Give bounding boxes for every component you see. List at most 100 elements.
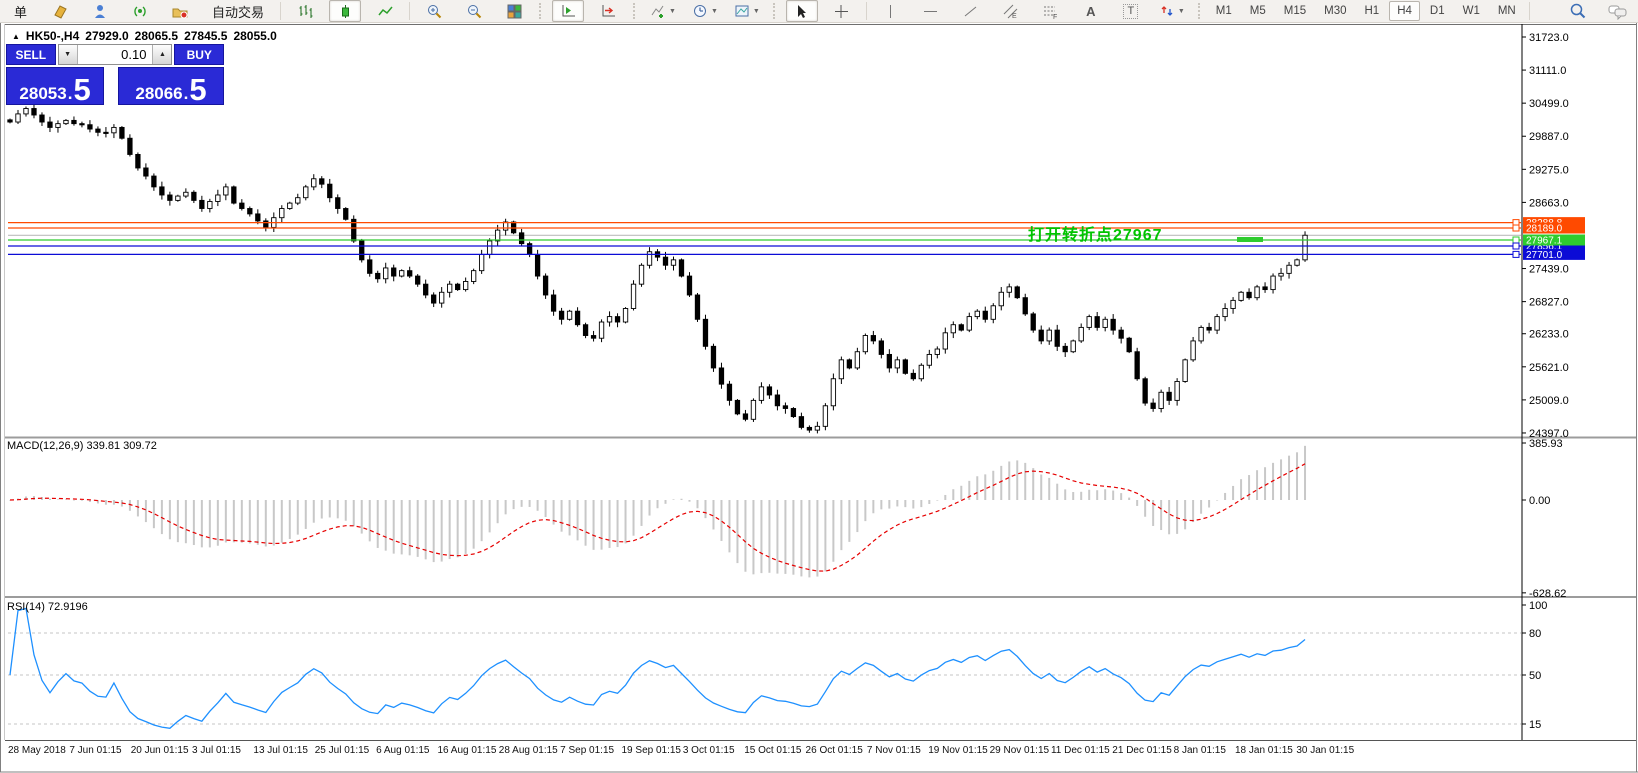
price-badges: 28288.828189.027856.127967.127701.0: [1523, 217, 1585, 261]
time-axis[interactable]: 28 May 20187 Jun 01:1520 Jun 01:153 Jul …: [8, 745, 1355, 756]
fibonacci-button[interactable]: F: [1035, 0, 1067, 22]
line-chart-button[interactable]: [369, 0, 401, 22]
zoom-in-button[interactable]: [418, 0, 450, 22]
text-label-button[interactable]: T: [1115, 0, 1147, 22]
book-icon: [52, 3, 69, 20]
horizontal-lines-layer[interactable]: [8, 220, 1521, 258]
text-a-icon: A: [1086, 4, 1095, 19]
chart-annotation-text[interactable]: 打开转折点27967: [1028, 221, 1163, 245]
bar-chart-button[interactable]: [289, 0, 321, 22]
svg-text:29275.0: 29275.0: [1529, 164, 1569, 176]
text-button[interactable]: A: [1075, 0, 1107, 22]
rsi-panel: 100805015: [8, 600, 1547, 731]
line-handle[interactable]: [1513, 237, 1519, 243]
chart-canvas[interactable]: 31723.031111.030499.029887.029275.028663…: [0, 0, 1638, 773]
svg-text:16 Aug 01:15: 16 Aug 01:15: [437, 745, 496, 756]
folder-icon: [171, 3, 189, 20]
candlestick-icon: [337, 3, 354, 20]
svg-text:80: 80: [1529, 628, 1541, 640]
timeframe-d1[interactable]: D1: [1422, 1, 1453, 21]
new-order-button[interactable]: 单: [4, 0, 36, 22]
volume-increase-button[interactable]: ▲: [152, 45, 171, 64]
line-handle[interactable]: [1513, 243, 1519, 249]
search-button[interactable]: [1562, 0, 1594, 22]
macd-panel: 385.930.00-628.62: [9, 438, 1566, 600]
cursor-arrow-icon: [793, 3, 810, 20]
zoom-out-button[interactable]: [458, 0, 490, 22]
sell-price[interactable]: 28053.5: [6, 67, 104, 105]
sell-button[interactable]: SELL: [6, 44, 56, 65]
buy-price[interactable]: 28066.5: [118, 67, 224, 105]
svg-text:20 Jun 01:15: 20 Jun 01:15: [131, 745, 189, 756]
chat-button[interactable]: [1602, 0, 1634, 22]
toolbar-grip: [633, 3, 637, 19]
svg-text:21 Dec 01:15: 21 Dec 01:15: [1112, 745, 1172, 756]
toolbar-grip: [773, 3, 777, 19]
autotrade-button[interactable]: 自动交易: [204, 0, 272, 22]
channel-button[interactable]: E: [995, 0, 1027, 22]
template-icon: [734, 3, 751, 20]
toolbar-separator: [1529, 2, 1530, 20]
sell-price-main: 28053: [19, 85, 66, 102]
journal-icon[interactable]: [44, 0, 76, 22]
dropdown-caret-icon: ▼: [669, 8, 676, 15]
person-icon: [92, 3, 109, 20]
account-button[interactable]: [84, 0, 116, 22]
sell-price-dot: .: [68, 85, 73, 102]
timeframe-m5[interactable]: M5: [1242, 1, 1274, 21]
autoscroll-icon: [560, 3, 577, 20]
candlestick-chart-button[interactable]: [329, 0, 361, 22]
new-order-label: 单: [14, 2, 27, 21]
periods-button[interactable]: ▼: [688, 0, 722, 22]
svg-text:-628.62: -628.62: [1529, 588, 1566, 600]
svg-text:25 Jul 01:15: 25 Jul 01:15: [315, 745, 370, 756]
highlighted-line-segment[interactable]: [1237, 237, 1263, 242]
svg-text:F: F: [1053, 14, 1057, 20]
add-indicator-icon: [650, 3, 667, 20]
collapse-icon[interactable]: ▲: [12, 32, 20, 41]
timeframe-m1[interactable]: M1: [1208, 1, 1240, 21]
svg-text:28663.0: 28663.0: [1529, 197, 1569, 209]
tile-windows-button[interactable]: [498, 0, 530, 22]
autoscroll-button[interactable]: [552, 0, 584, 22]
svg-text:7 Nov 01:15: 7 Nov 01:15: [867, 745, 921, 756]
line-chart-icon: [377, 3, 394, 20]
arrow-down-icon: ▼: [64, 51, 71, 58]
line-handle[interactable]: [1513, 225, 1519, 231]
timeframe-w1[interactable]: W1: [1455, 1, 1488, 21]
rsi-line: [10, 608, 1305, 728]
svg-text:26827.0: 26827.0: [1529, 297, 1569, 309]
volume-input[interactable]: 0.10: [78, 45, 153, 64]
svg-text:26 Oct 01:15: 26 Oct 01:15: [806, 745, 864, 756]
crosshair-button[interactable]: [826, 0, 858, 22]
horizontal-line-icon: [922, 3, 939, 20]
signals-button[interactable]: [124, 0, 156, 22]
buy-price-main: 28066: [135, 85, 182, 102]
dropdown-caret-icon: ▼: [753, 8, 760, 15]
timeframe-h1[interactable]: H1: [1356, 1, 1387, 21]
line-handle[interactable]: [1513, 251, 1519, 257]
cursor-button[interactable]: [786, 0, 818, 22]
vertical-line-button[interactable]: [875, 0, 907, 22]
svg-text:29887.0: 29887.0: [1529, 131, 1569, 143]
horizontal-line-button[interactable]: [915, 0, 947, 22]
timeframe-m15[interactable]: M15: [1276, 1, 1314, 21]
svg-text:8 Jan 01:15: 8 Jan 01:15: [1174, 745, 1227, 756]
timeframe-m30[interactable]: M30: [1316, 1, 1354, 21]
trendline-button[interactable]: [955, 0, 987, 22]
templates-button[interactable]: ▼: [730, 0, 764, 22]
rsi-label: RSI(14) 72.9196: [7, 601, 88, 613]
volume-decrease-button[interactable]: ▼: [59, 45, 78, 64]
timeframe-h4[interactable]: H4: [1389, 1, 1420, 21]
svg-text:28189.0: 28189.0: [1526, 224, 1563, 235]
buy-button[interactable]: BUY: [174, 44, 224, 65]
indicators-button[interactable]: ▼: [646, 0, 680, 22]
vertical-line-icon: [882, 3, 899, 20]
market-button[interactable]: [164, 0, 196, 22]
signal-icon: [132, 3, 149, 20]
chart-shift-button[interactable]: [592, 0, 624, 22]
arrows-button[interactable]: ▼: [1155, 0, 1189, 22]
svg-text:27701.0: 27701.0: [1526, 250, 1563, 261]
timeframe-mn[interactable]: MN: [1490, 1, 1524, 21]
dropdown-caret-icon: ▼: [1178, 8, 1185, 15]
